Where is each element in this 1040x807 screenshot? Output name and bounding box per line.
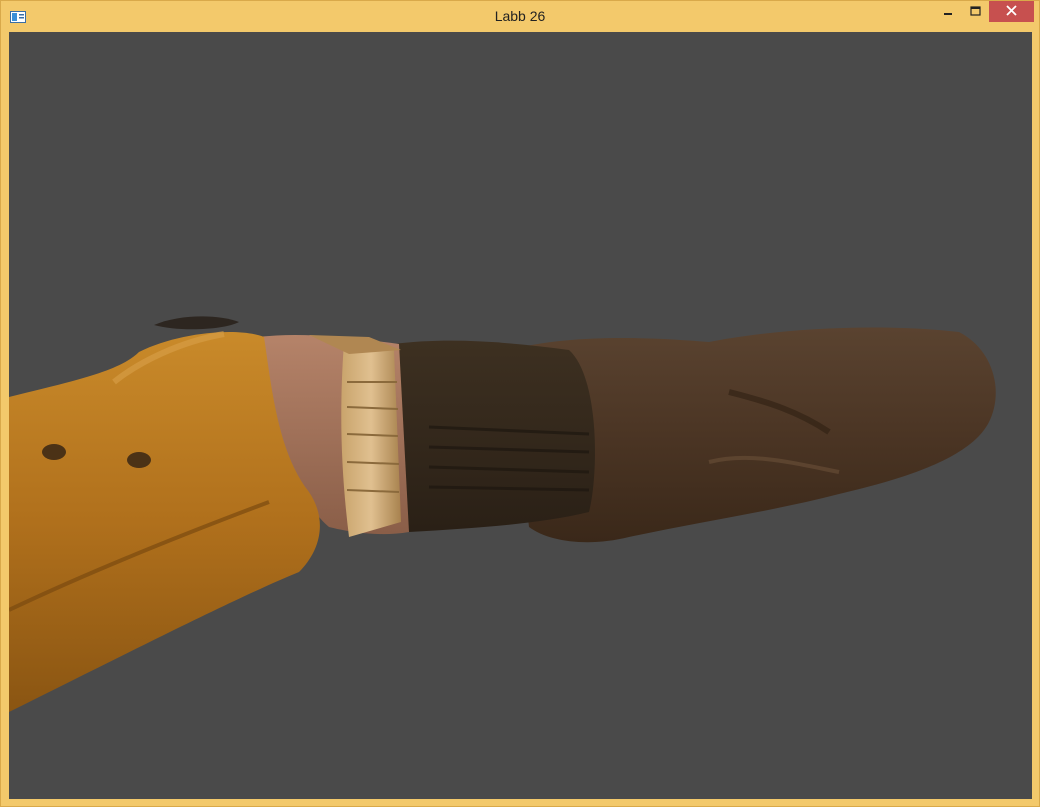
close-icon <box>1006 3 1017 21</box>
app-window: Labb 26 <box>0 0 1040 807</box>
rendered-arm-model <box>9 316 996 712</box>
minimize-icon <box>943 3 953 21</box>
maximize-icon <box>969 3 981 21</box>
maximize-button[interactable] <box>962 1 988 22</box>
minimize-button[interactable] <box>935 1 961 22</box>
window-title: Labb 26 <box>494 8 546 24</box>
close-button[interactable] <box>989 1 1034 22</box>
3d-viewport[interactable] <box>9 32 1032 799</box>
title-bar[interactable]: Labb 26 <box>1 1 1039 31</box>
